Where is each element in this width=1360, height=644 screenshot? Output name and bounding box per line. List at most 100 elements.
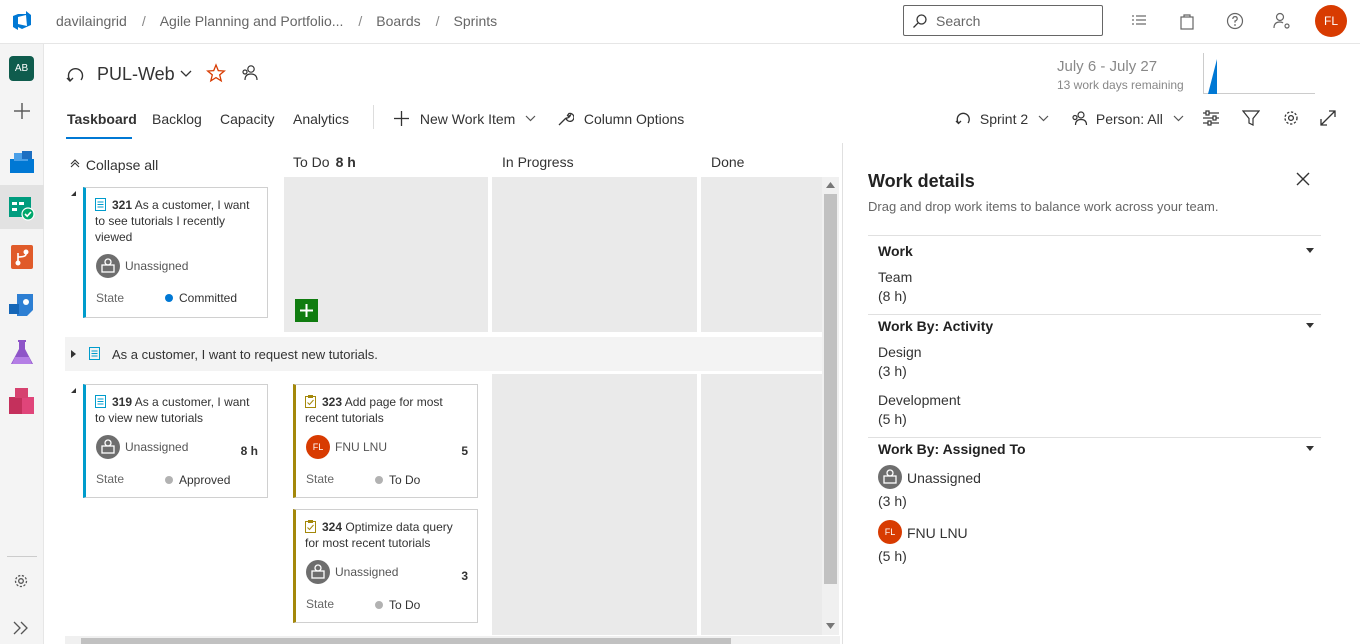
breadcrumb-boards[interactable]: Boards bbox=[376, 13, 420, 29]
close-icon[interactable] bbox=[1295, 171, 1311, 187]
activity-hours: (5 h) bbox=[878, 411, 907, 427]
active-tab-indicator bbox=[66, 137, 132, 139]
state-value[interactable]: To Do bbox=[375, 473, 420, 487]
fullscreen-icon[interactable] bbox=[1319, 109, 1337, 127]
tab-backlog[interactable]: Backlog bbox=[152, 111, 202, 127]
work-item-card[interactable]: 319 As a customer, I want to view new tu… bbox=[83, 384, 268, 498]
collapse-all-button[interactable]: Collapse all bbox=[70, 157, 158, 173]
filter-icon[interactable] bbox=[1242, 109, 1260, 127]
breadcrumb-org[interactable]: davilaingrid bbox=[56, 13, 127, 29]
caret-down-icon[interactable] bbox=[1306, 323, 1314, 328]
chevron-double-right-icon bbox=[13, 621, 28, 635]
cell-done[interactable] bbox=[701, 374, 822, 635]
nav-test-plans[interactable] bbox=[0, 330, 44, 374]
sprint-remaining: 13 work days remaining bbox=[1057, 78, 1184, 92]
wrench-icon bbox=[558, 112, 575, 126]
nav-new[interactable] bbox=[0, 89, 44, 133]
assignee-name[interactable]: Unassigned bbox=[907, 470, 981, 486]
nav-project-settings[interactable] bbox=[0, 558, 44, 602]
state-value[interactable]: Approved bbox=[165, 473, 230, 487]
section-divider bbox=[868, 437, 1321, 438]
gear-icon[interactable] bbox=[1282, 109, 1300, 127]
assignee-hours: (3 h) bbox=[878, 493, 907, 509]
breadcrumb-project[interactable]: Agile Planning and Portfolio... bbox=[160, 13, 344, 29]
view-options-icon[interactable] bbox=[1202, 109, 1220, 127]
new-work-item-button[interactable]: New Work Item bbox=[393, 110, 536, 127]
search-placeholder: Search bbox=[936, 13, 981, 29]
burndown-sparkline[interactable] bbox=[1203, 53, 1315, 94]
tab-capacity[interactable]: Capacity bbox=[220, 111, 274, 127]
column-options-label: Column Options bbox=[583, 111, 685, 127]
task-card[interactable]: 323 Add page for most recent tutorials F… bbox=[293, 384, 478, 498]
section-assigned-header[interactable]: Work By: Assigned To bbox=[878, 441, 1026, 457]
collapsed-row[interactable]: As a customer, I want to request new tut… bbox=[65, 337, 822, 371]
activity-name[interactable]: Development bbox=[878, 392, 961, 408]
state-value[interactable]: To Do bbox=[375, 598, 420, 612]
shopping-bag-icon[interactable] bbox=[1177, 11, 1197, 31]
search-icon bbox=[913, 14, 927, 28]
artifacts-icon bbox=[9, 388, 34, 414]
state-label: State bbox=[96, 291, 125, 305]
chevron-down-icon bbox=[1038, 115, 1049, 122]
cell-in-progress[interactable] bbox=[492, 374, 697, 635]
nav-overview[interactable] bbox=[0, 139, 44, 183]
user-settings-icon[interactable] bbox=[1272, 11, 1292, 31]
collapse-row-toggle-icon[interactable] bbox=[71, 191, 77, 197]
team-members-icon[interactable] bbox=[240, 64, 260, 82]
tab-analytics[interactable]: Analytics bbox=[293, 111, 349, 127]
nav-project[interactable]: AB bbox=[0, 44, 44, 88]
remaining-work[interactable]: 5 bbox=[461, 444, 468, 458]
nav-repos[interactable] bbox=[0, 234, 44, 278]
assignee-avatar: FL bbox=[306, 435, 330, 459]
work-details-panel: Work details Drag and drop work items to… bbox=[842, 143, 1360, 644]
nav-artifacts[interactable] bbox=[0, 378, 44, 422]
board-horizontal-scrollbar[interactable] bbox=[65, 636, 840, 644]
sprint-selector[interactable]: Sprint 2 bbox=[955, 110, 1049, 127]
list-icon[interactable] bbox=[1129, 11, 1149, 31]
section-work-header[interactable]: Work bbox=[878, 243, 913, 259]
caret-down-icon[interactable] bbox=[1306, 446, 1314, 451]
caret-down-icon[interactable] bbox=[1306, 248, 1314, 253]
scrollbar-thumb[interactable] bbox=[81, 638, 731, 644]
user-avatar[interactable]: FL bbox=[1315, 5, 1347, 37]
nav-pipelines[interactable] bbox=[0, 282, 44, 326]
person-filter[interactable]: Person: All bbox=[1071, 110, 1184, 127]
star-icon[interactable] bbox=[206, 63, 226, 83]
column-options-button[interactable]: Column Options bbox=[557, 110, 684, 127]
nav-boards[interactable] bbox=[0, 185, 44, 229]
task-card[interactable]: 324 Optimize data query for most recent … bbox=[293, 509, 478, 623]
assignee-name[interactable]: FNU LNU bbox=[907, 525, 968, 541]
cell-in-progress[interactable] bbox=[492, 177, 697, 332]
help-icon[interactable] bbox=[1225, 11, 1245, 31]
tab-taskboard[interactable]: Taskboard bbox=[67, 111, 137, 127]
activity-name[interactable]: Design bbox=[878, 344, 922, 360]
column-header-in-progress: In Progress bbox=[502, 154, 574, 170]
collapse-all-label: Collapse all bbox=[85, 157, 159, 173]
card-id[interactable]: 324 bbox=[322, 520, 342, 534]
add-task-button[interactable] bbox=[295, 299, 318, 322]
gear-icon bbox=[14, 574, 28, 588]
state-value[interactable]: Committed bbox=[165, 291, 237, 305]
remaining-work[interactable]: 3 bbox=[461, 569, 468, 583]
work-item-card[interactable]: 321 As a customer, I want to see tutoria… bbox=[83, 187, 268, 318]
top-bar: davilaingrid / Agile Planning and Portfoli… bbox=[0, 0, 1360, 44]
scrollbar-thumb[interactable] bbox=[824, 194, 837, 584]
breadcrumb-sprints[interactable]: Sprints bbox=[454, 13, 498, 29]
nav-expand[interactable] bbox=[0, 606, 44, 644]
state-dot bbox=[375, 476, 383, 484]
chevron-down-icon[interactable] bbox=[180, 70, 192, 78]
card-id[interactable]: 319 bbox=[112, 395, 132, 409]
state-text: Approved bbox=[179, 473, 231, 487]
section-activity-header[interactable]: Work By: Activity bbox=[878, 318, 993, 334]
card-id[interactable]: 321 bbox=[112, 198, 132, 212]
remaining-work[interactable]: 8 h bbox=[241, 444, 258, 458]
board-vertical-scrollbar[interactable] bbox=[822, 177, 839, 635]
left-navigation: AB bbox=[0, 44, 44, 644]
cell-done[interactable] bbox=[701, 177, 822, 332]
azure-devops-logo-icon[interactable] bbox=[9, 8, 35, 34]
team-name[interactable]: PUL-Web bbox=[97, 64, 175, 85]
collapse-row-toggle-icon[interactable] bbox=[71, 388, 77, 394]
search-box[interactable]: Search bbox=[903, 5, 1103, 36]
state-text: To Do bbox=[389, 473, 421, 487]
card-id[interactable]: 323 bbox=[322, 395, 342, 409]
